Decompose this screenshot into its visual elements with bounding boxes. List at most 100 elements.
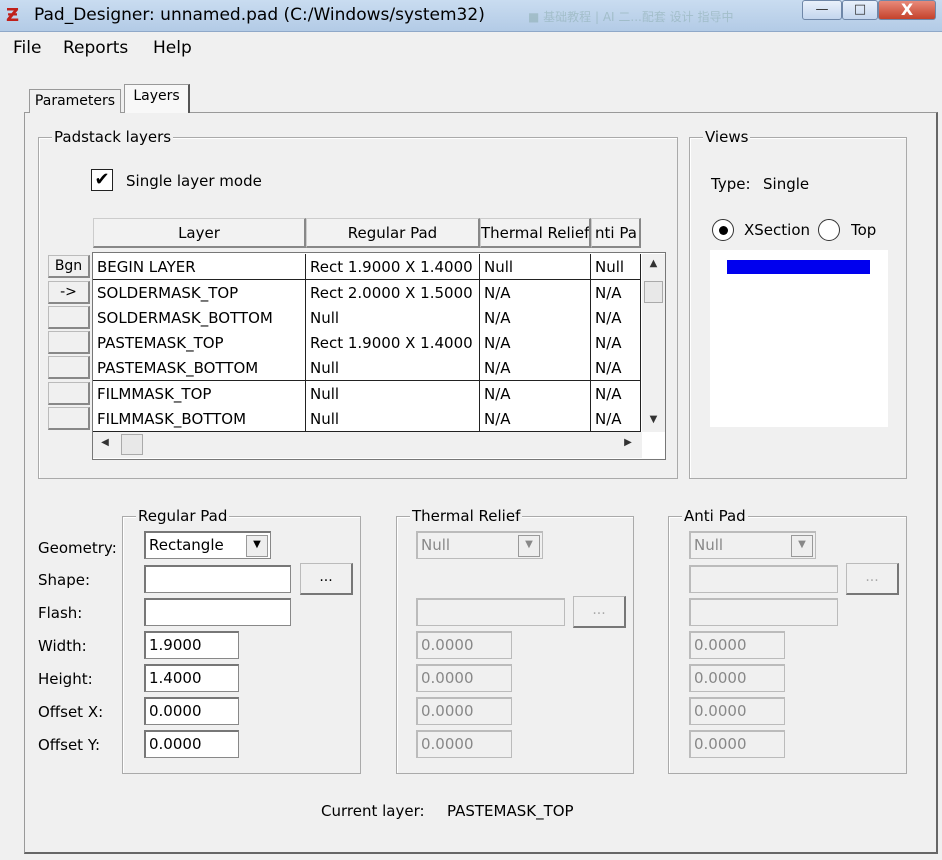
thermal-flash-browse-button[interactable]: ... [573,596,626,628]
regular-geometry-value: Rectangle [149,536,224,554]
table-cell-anti-pad[interactable]: N/A [591,280,641,306]
anti-geometry-select[interactable]: Null ▼ [689,531,816,559]
thermal-offset-y-input[interactable]: 0.0000 [416,730,512,758]
table-cell-regular-pad[interactable]: Null [306,406,480,432]
padstack-layers-title: Padstack layers [52,128,174,146]
anti-pad-title: Anti Pad [682,507,748,525]
table-cell-anti-pad[interactable]: N/A [591,406,641,432]
table-cell-regular-pad[interactable]: Rect 2.0000 X 1.5000 [306,280,480,306]
row-button[interactable] [48,356,90,379]
current-layer-label: Current layer: [321,802,425,820]
scroll-down-icon[interactable]: ▼ [642,414,665,430]
table-cell-thermal-relief[interactable]: N/A [480,330,591,356]
table-cell-thermal-relief[interactable]: N/A [480,355,591,381]
xsection-radio-label[interactable]: XSection [744,221,810,239]
tab-layers[interactable]: Layers [124,84,190,113]
dropdown-arrow-icon[interactable]: ▼ [791,535,813,557]
anti-shape-input[interactable] [689,565,838,593]
thermal-geometry-select[interactable]: Null ▼ [416,531,543,559]
table-cell-thermal-relief[interactable]: N/A [480,406,591,432]
dropdown-arrow-icon[interactable]: ▼ [518,535,540,557]
table-cell-regular-pad[interactable]: Rect 1.9000 X 1.4000 [306,254,480,280]
table-cell-anti-pad[interactable]: N/A [591,381,641,407]
table-cell-regular-pad[interactable]: Null [306,381,480,407]
app-logo-icon: Ƶ [6,5,20,26]
single-layer-mode-checkbox[interactable]: ✔ [91,169,113,191]
thermal-width-input[interactable]: 0.0000 [416,631,512,659]
scroll-left-icon[interactable]: ◀ [97,437,113,453]
top-radio-label[interactable]: Top [851,221,878,239]
anti-shape-browse-button[interactable]: ... [846,563,899,595]
offset-x-label: Offset X: [38,703,104,721]
single-layer-mode-label: Single layer mode [126,172,262,190]
xsection-radio[interactable] [712,219,734,241]
table-cell-anti-pad[interactable]: N/A [591,305,641,331]
vertical-scroll-thumb[interactable] [644,281,663,303]
horizontal-scroll-thumb[interactable] [121,434,143,455]
table-cell-thermal-relief[interactable]: Null [480,254,591,280]
table-cell-layer[interactable]: FILMMASK_TOP [93,381,306,407]
regular-flash-input[interactable] [144,598,291,626]
column-header-regular-pad[interactable]: Regular Pad [306,218,480,248]
menu-file[interactable]: File [13,38,41,58]
table-cell-regular-pad[interactable]: Rect 1.9000 X 1.4000 [306,330,480,356]
column-header-anti-pad[interactable]: nti Pa [591,218,641,248]
table-cell-regular-pad[interactable]: Null [306,355,480,381]
table-cell-layer[interactable]: BEGIN LAYER [93,254,306,280]
regular-pad-title: Regular Pad [136,507,230,525]
thermal-offset-x-input[interactable]: 0.0000 [416,697,512,725]
close-button[interactable]: X [878,0,936,20]
anti-width-input[interactable]: 0.0000 [689,631,785,659]
regular-offset-y-input[interactable]: 0.0000 [144,730,239,758]
table-cell-layer[interactable]: SOLDERMASK_TOP [93,280,306,306]
menu-help[interactable]: Help [153,38,192,58]
scroll-up-icon[interactable]: ▲ [642,258,665,274]
anti-height-input[interactable]: 0.0000 [689,664,785,692]
table-cell-regular-pad[interactable]: Null [306,305,480,331]
row-button[interactable] [48,331,90,354]
regular-offset-x-input[interactable]: 0.0000 [144,697,239,725]
menu-bar [0,32,942,64]
tab-parameters[interactable]: Parameters [29,89,121,113]
thermal-flash-input[interactable] [416,598,565,626]
table-cell-layer[interactable]: PASTEMASK_BOTTOM [93,355,306,381]
regular-shape-browse-button[interactable]: ... [300,563,353,595]
background-window-title: ■ 基础教程 | AI 二...配套 设计 指导中 [528,10,734,24]
anti-offset-x-input[interactable]: 0.0000 [689,697,785,725]
cross-section-view [710,250,888,427]
dropdown-arrow-icon[interactable]: ▼ [246,535,268,557]
anti-geometry-value: Null [694,536,724,554]
row-button-bgn[interactable]: Bgn [48,255,90,278]
table-cell-layer[interactable]: FILMMASK_BOTTOM [93,406,306,432]
scroll-right-icon[interactable]: ▶ [620,437,636,453]
table-cell-anti-pad[interactable]: N/A [591,330,641,356]
horizontal-scrollbar[interactable] [93,432,642,458]
anti-flash-input[interactable] [689,598,838,626]
view-type-label: Type: [711,175,751,193]
table-cell-thermal-relief[interactable]: N/A [480,381,591,407]
table-cell-layer[interactable]: PASTEMASK_TOP [93,330,306,356]
menu-reports[interactable]: Reports [63,38,128,58]
anti-offset-y-input[interactable]: 0.0000 [689,730,785,758]
top-radio[interactable] [818,219,840,241]
regular-height-input[interactable]: 1.4000 [144,664,239,692]
column-header-layer[interactable]: Layer [93,218,306,248]
row-button[interactable] [48,407,90,430]
height-label: Height: [38,670,93,688]
thermal-height-input[interactable]: 0.0000 [416,664,512,692]
table-cell-anti-pad[interactable]: Null [591,254,641,280]
maximize-button[interactable]: □ [842,0,878,20]
regular-geometry-select[interactable]: Rectangle ▼ [144,531,271,559]
table-cell-layer[interactable]: SOLDERMASK_BOTTOM [93,305,306,331]
regular-shape-input[interactable] [144,565,291,593]
column-header-thermal-relief[interactable]: Thermal Relief [480,218,591,248]
table-cell-thermal-relief[interactable]: N/A [480,305,591,331]
row-button-current[interactable]: -> [48,281,90,304]
row-button[interactable] [48,382,90,405]
regular-width-input[interactable]: 1.9000 [144,631,239,659]
row-button[interactable] [48,306,90,329]
table-cell-thermal-relief[interactable]: N/A [480,280,591,306]
views-title: Views [703,128,751,146]
minimize-button[interactable]: — [802,0,842,20]
table-cell-anti-pad[interactable]: N/A [591,355,641,381]
